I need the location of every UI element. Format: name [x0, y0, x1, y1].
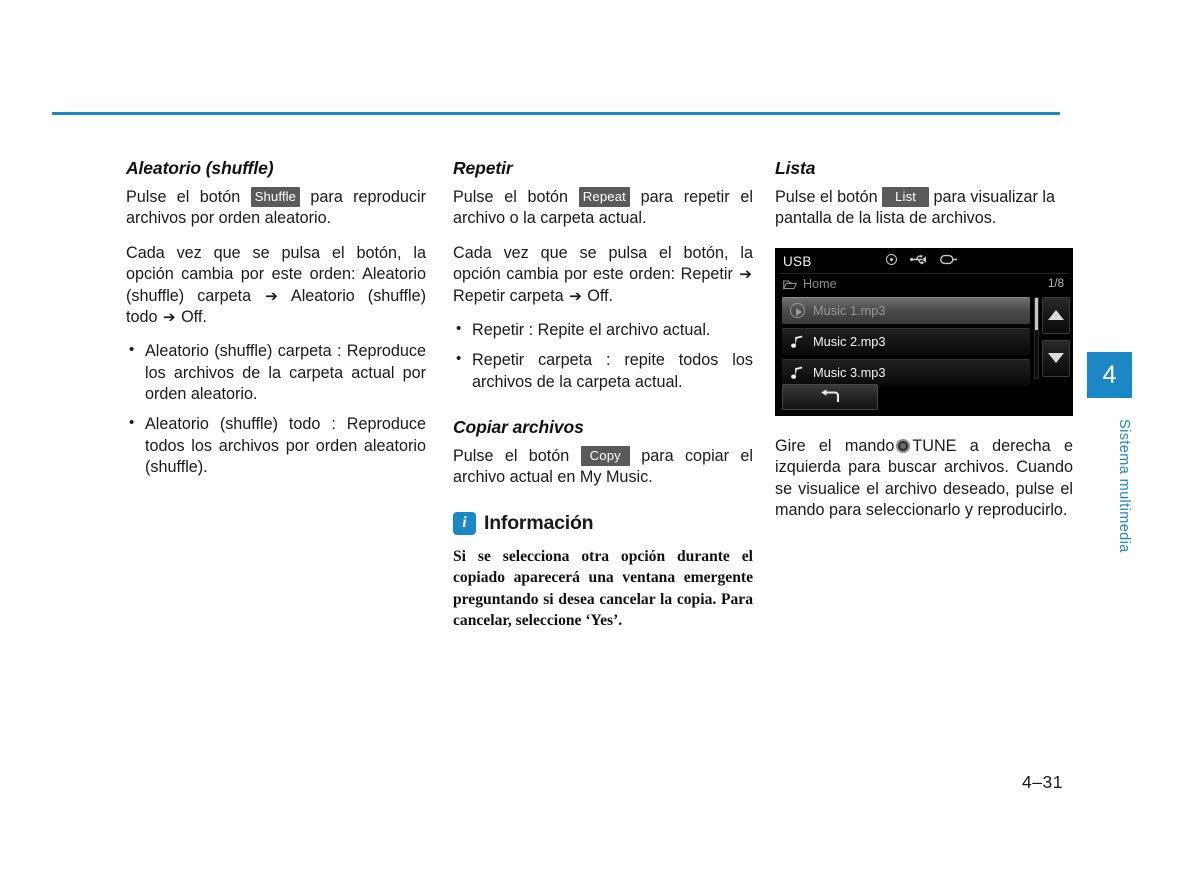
column-repeat: Repetir Pulse el botón Repeat para repet… [453, 158, 753, 632]
list-item-label: Music 1.mp3 [813, 303, 886, 319]
repeat-order-a: Cada vez que se pulsa el botón, la opció… [453, 243, 753, 284]
usb-plug-icon [940, 254, 957, 264]
triangle-up-icon [1048, 310, 1064, 321]
tune-knob-paragraph: Gire el mando TUNE a derecha e izquierda … [775, 436, 1073, 522]
chapter-tab-number: 4 [1087, 352, 1132, 398]
repeat-intro-before: Pulse el botón [453, 188, 569, 206]
list-item-label: Music 3.mp3 [813, 365, 886, 381]
music-note-icon [791, 335, 803, 348]
information-heading: i Información [453, 511, 753, 535]
breadcrumb-label: Home [803, 277, 837, 292]
scrollbar-thumb[interactable] [1035, 297, 1038, 330]
usb-trident-icon [910, 254, 926, 264]
back-arrow-icon [821, 389, 840, 402]
table-row[interactable]: Music 2.mp3 [782, 327, 1030, 355]
arrow-right-icon: ➔ [265, 287, 278, 305]
repeat-bullet-list: Repetir : Repite el archivo actual. Repe… [453, 319, 753, 393]
device-status-bar: USB [778, 251, 1070, 274]
back-button[interactable] [782, 383, 878, 410]
list-item: Repetir carpeta : repite todos los archi… [453, 349, 753, 393]
table-row[interactable]: Music 3.mp3 [782, 358, 1030, 386]
folder-icon [783, 280, 797, 289]
scroll-down-button[interactable] [1042, 339, 1070, 377]
list-item: Repetir : Repite el archivo actual. [453, 319, 753, 341]
play-circle-icon [790, 303, 805, 319]
device-breadcrumb[interactable]: Home 1/8 [778, 274, 1070, 295]
table-row[interactable]: Music 1.mp3 [782, 296, 1030, 324]
shuffle-order-paragraph: Cada vez que se pulsa el botón, la opció… [126, 243, 426, 329]
scrollbar[interactable] [1034, 296, 1039, 379]
arrow-right-icon: ➔ [163, 308, 176, 326]
repeat-key-badge[interactable]: Repeat [578, 187, 630, 208]
arrow-right-icon: ➔ [569, 287, 582, 305]
shuffle-intro-paragraph: Pulse el botón Shuffle para reproducir a… [126, 187, 426, 230]
shuffle-bullet-list: Aleatorio (shuffle) carpeta : Reproduce … [126, 340, 426, 478]
disc-icon [886, 253, 897, 265]
repeat-intro-paragraph: Pulse el botón Repeat para repetir el ar… [453, 187, 753, 230]
column-shuffle: Aleatorio (shuffle) Pulse el botón Shuff… [126, 158, 426, 479]
information-note-text: Si se selecciona otra opción durante el … [453, 547, 753, 630]
device-status-icons [886, 253, 958, 265]
tune-knob-icon [896, 438, 911, 453]
music-note-icon [791, 366, 803, 379]
list-intro-paragraph: Pulse el botón List para visualizar la p… [775, 187, 1073, 230]
section-title-copy-files: Copiar archivos [453, 417, 584, 437]
device-screenshot: USB Home 1/8 Music 1.mp3 Music 2.mp3 Mus… [775, 247, 1073, 416]
list-item: Aleatorio (shuffle) carpeta : Reproduce … [126, 340, 426, 405]
shuffle-key-badge[interactable]: Shuffle [250, 187, 301, 208]
repeat-order-b: Repetir carpeta [453, 286, 564, 305]
copy-key-badge[interactable]: Copy [580, 446, 630, 467]
section-title-list: Lista [775, 158, 816, 178]
list-intro-before: Pulse el botón [775, 188, 878, 206]
triangle-down-icon [1048, 353, 1064, 364]
information-title: Información [484, 511, 594, 534]
section-title-shuffle: Aleatorio (shuffle) [126, 158, 274, 178]
device-file-list: Music 1.mp3 Music 2.mp3 Music 3.mp3 [782, 296, 1030, 390]
copy-intro-paragraph: Pulse el botón Copy para copiar el archi… [453, 446, 753, 489]
list-item-label: Music 2.mp3 [813, 334, 886, 350]
shuffle-intro-before: Pulse el botón [126, 188, 241, 206]
copy-intro-before: Pulse el botón [453, 447, 570, 465]
device-page-count: 1/8 [1048, 278, 1064, 291]
tune-text-a: Gire el mando [775, 436, 895, 455]
header-rule [52, 112, 1060, 115]
list-item: Aleatorio (shuffle) todo : Reproduce tod… [126, 413, 426, 478]
repeat-order-c: Off. [587, 286, 614, 305]
column-list: Lista Pulse el botón List para visualiza… [775, 158, 1073, 534]
list-key-badge[interactable]: List [882, 187, 930, 208]
arrow-right-icon: ➔ [739, 266, 752, 284]
page-number: 4–31 [1022, 772, 1063, 792]
info-i-icon: i [453, 511, 476, 535]
device-source-label: USB [783, 254, 812, 270]
repeat-order-paragraph: Cada vez que se pulsa el botón, la opció… [453, 243, 753, 307]
scroll-up-button[interactable] [1042, 296, 1070, 334]
chapter-tab-label: Sistema multimedia [1116, 419, 1132, 553]
section-title-repeat: Repetir [453, 158, 513, 178]
shuffle-order-c: Off. [181, 307, 207, 326]
